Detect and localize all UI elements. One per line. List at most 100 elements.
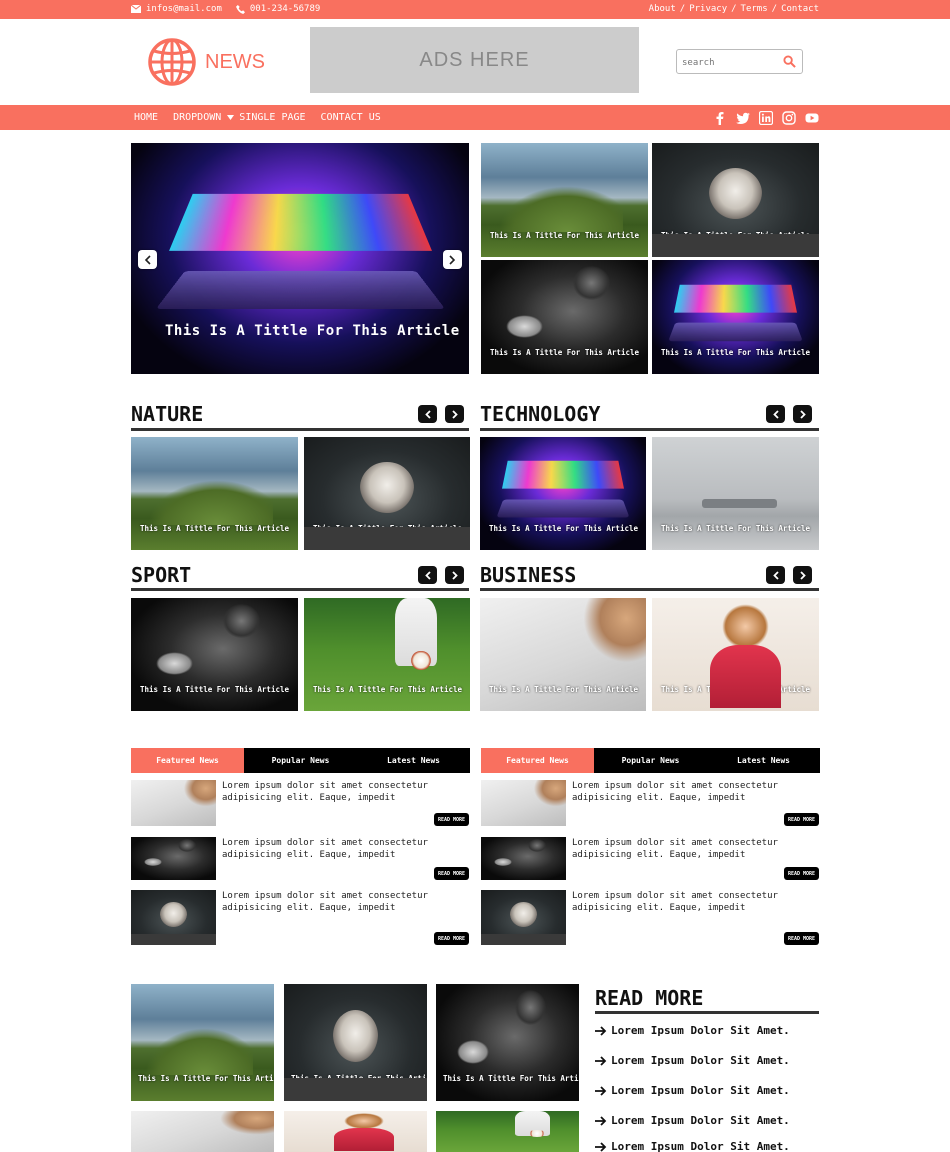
phone-contact[interactable]: 001-234-56789 [236, 4, 320, 14]
tab-featured-news[interactable]: Featured News [131, 748, 244, 773]
ad-banner[interactable]: ADS HERE [310, 27, 639, 93]
sport-next-button[interactable] [445, 566, 464, 584]
read-more-button[interactable]: READ MORE [434, 867, 469, 880]
facebook-icon[interactable] [713, 111, 727, 125]
business-card[interactable]: This Is A Tittle For This Article [480, 598, 646, 711]
technology-next-button[interactable] [793, 405, 812, 423]
arrow-right-icon [595, 1142, 607, 1152]
card-caption: This Is A Tittle For This Article [140, 524, 289, 533]
card-caption: This Is A Tittle For This Article [661, 685, 810, 694]
search-box [676, 49, 803, 74]
business-next-button[interactable] [793, 566, 812, 584]
tab-latest-news[interactable]: Latest News [707, 748, 820, 773]
site-logo[interactable]: NEWS [147, 37, 265, 87]
read-more-link[interactable]: Lorem Ipsum Dolor Sit Amet. [595, 1024, 790, 1037]
bottom-grid-card[interactable]: This Is A Tittle For This Article [284, 984, 427, 1101]
hero-grid-card[interactable]: This Is A Tittle For This Article [481, 260, 648, 374]
contact-link[interactable]: Contact [781, 4, 819, 14]
read-more-link[interactable]: Lorem Ipsum Dolor Sit Amet. [595, 1114, 790, 1127]
nature-card[interactable]: This Is A Tittle For This Article [131, 437, 298, 550]
nature-card[interactable]: This Is A Tittle For This Article [304, 437, 470, 550]
link-separator: / [772, 4, 777, 14]
terms-link[interactable]: Terms [741, 4, 768, 14]
tab-popular-news[interactable]: Popular News [244, 748, 357, 773]
read-more-button[interactable]: READ MORE [434, 932, 469, 945]
read-more-link[interactable]: Lorem Ipsum Dolor Sit Amet. [595, 1084, 790, 1097]
hero-grid-card[interactable]: This Is A Tittle For This Article [481, 143, 648, 257]
card-caption: This Is A Tittle For This Article [291, 1074, 427, 1083]
read-more-button[interactable]: READ MORE [784, 813, 819, 826]
youtube-icon[interactable] [805, 111, 819, 125]
card-caption: This Is A Tittle For This Article [313, 685, 462, 694]
read-more-link[interactable]: Lorem Ipsum Dolor Sit Amet. [595, 1054, 790, 1067]
read-more-link[interactable]: Lorem Ipsum Dolor Sit Amet. [595, 1140, 790, 1152]
card-caption: This Is A Tittle For This Article [138, 1074, 274, 1083]
bottom-grid-card[interactable] [131, 1111, 274, 1152]
sport-prev-button[interactable] [418, 566, 437, 584]
bottom-grid-card[interactable]: This Is A Tittle For This Article [436, 984, 579, 1101]
news-thumbnail[interactable] [481, 890, 566, 945]
news-thumbnail[interactable] [481, 780, 566, 826]
read-more-title: READ MORE [595, 986, 703, 1010]
top-links: About / Privacy / Terms / Contact [649, 4, 819, 14]
envelope-icon [131, 5, 141, 13]
tab-featured-news[interactable]: Featured News [481, 748, 594, 773]
sport-card[interactable]: This Is A Tittle For This Article [304, 598, 470, 711]
nav-item-single-page[interactable]: SINGLE PAGE [239, 112, 305, 123]
read-more-link-text: Lorem Ipsum Dolor Sit Amet. [611, 1114, 790, 1127]
technology-card[interactable]: This Is A Tittle For This Article [652, 437, 819, 550]
hero-slider-image[interactable] [131, 143, 469, 374]
about-link[interactable]: About [649, 4, 676, 14]
chevron-right-icon [800, 571, 806, 580]
phone-text: 001-234-56789 [250, 4, 320, 14]
tab-latest-news[interactable]: Latest News [357, 748, 470, 773]
slider-prev-button[interactable] [138, 250, 157, 269]
news-excerpt: Lorem ipsum dolor sit amet consectetur a… [572, 780, 802, 804]
arrow-right-icon [595, 1026, 607, 1036]
news-excerpt: Lorem ipsum dolor sit amet consectetur a… [572, 837, 802, 861]
slider-next-button[interactable] [443, 250, 462, 269]
hero-title[interactable]: This Is A Tittle For This Article [165, 323, 460, 339]
privacy-link[interactable]: Privacy [689, 4, 727, 14]
card-caption: This Is A Tittle For This Article [661, 524, 810, 533]
nav-item-dropdown[interactable]: DROPDOWN [173, 112, 234, 123]
twitter-icon[interactable] [736, 111, 750, 125]
sport-card[interactable]: This Is A Tittle For This Article [131, 598, 298, 711]
linkedin-icon[interactable] [759, 111, 773, 125]
business-prev-button[interactable] [766, 566, 785, 584]
news-thumbnail[interactable] [131, 890, 216, 945]
news-thumbnail[interactable] [131, 780, 216, 826]
top-bar: infos@mail.com 001-234-56789 About / Pri… [0, 0, 950, 19]
chevron-right-icon [800, 410, 806, 419]
contact-info: infos@mail.com 001-234-56789 [131, 4, 320, 14]
read-more-button[interactable]: READ MORE [784, 932, 819, 945]
section-divider [595, 1011, 819, 1014]
read-more-button[interactable]: READ MORE [434, 813, 469, 826]
nature-next-button[interactable] [445, 405, 464, 423]
nav-item-home[interactable]: HOME [134, 112, 158, 123]
technology-card[interactable]: This Is A Tittle For This Article [480, 437, 646, 550]
bottom-grid-card[interactable] [436, 1111, 579, 1152]
news-thumbnail[interactable] [131, 837, 216, 880]
business-card[interactable]: This Is A Tittle For This Article [652, 598, 819, 711]
technology-prev-button[interactable] [766, 405, 785, 423]
hero-grid-card[interactable]: This Is A Tittle For This Article [652, 143, 819, 257]
read-more-button[interactable]: READ MORE [784, 867, 819, 880]
email-contact[interactable]: infos@mail.com [131, 4, 222, 14]
search-input[interactable] [677, 52, 777, 75]
bottom-grid-card[interactable]: This Is A Tittle For This Article [131, 984, 274, 1101]
caret-down-icon [227, 115, 234, 120]
bottom-grid-card[interactable] [284, 1111, 427, 1152]
instagram-icon[interactable] [782, 111, 796, 125]
search-icon[interactable] [783, 55, 796, 68]
chevron-left-icon [773, 571, 779, 580]
tab-popular-news[interactable]: Popular News [594, 748, 707, 773]
hero-grid-card[interactable]: This Is A Tittle For This Article [652, 260, 819, 374]
news-thumbnail[interactable] [481, 837, 566, 880]
section-title-sport: SPORT [131, 563, 191, 587]
card-caption: This Is A Tittle For This Article [443, 1074, 579, 1083]
nav-item-contact-us[interactable]: CONTACT US [321, 112, 381, 123]
link-separator: / [680, 4, 685, 14]
section-title-business: BUSINESS [480, 563, 576, 587]
nature-prev-button[interactable] [418, 405, 437, 423]
